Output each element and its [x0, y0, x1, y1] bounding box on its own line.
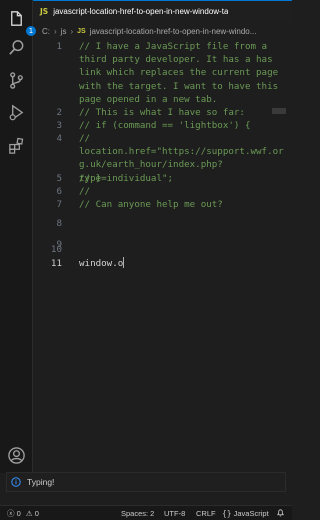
extensions-icon[interactable] [7, 136, 26, 155]
line-number: 10 [50, 244, 62, 255]
notification-text: Typing! [27, 477, 55, 487]
status-bar: ⓧ 0 ⚠ 0 Spaces: 2 UTF-8 CRLF {} JavaScri… [0, 505, 292, 520]
bell-icon[interactable] [276, 506, 285, 520]
code-text: // [79, 186, 91, 197]
line-number: 3 [56, 120, 62, 131]
line-number: 7 [56, 199, 62, 210]
js-file-icon: JS [77, 27, 86, 35]
breadcrumb-folder[interactable]: js [61, 27, 67, 36]
code-editor[interactable]: 1 // I have a JavaScript file from a thi… [33, 40, 292, 460]
code-text: // This is what I have so far: [79, 107, 245, 118]
warning-icon: ⚠ [25, 509, 33, 518]
chevron-right-icon: › [54, 26, 57, 36]
notification-toast[interactable]: Typing! [6, 472, 286, 492]
info-icon [11, 477, 21, 487]
chevron-right-icon: › [70, 26, 74, 36]
indentation-indicator[interactable]: Spaces: 2 [121, 506, 154, 520]
error-count: 0 [16, 509, 21, 518]
tab-bar: JS javascript-location-href-to-open-in-n… [33, 0, 292, 22]
js-file-icon: JS [40, 7, 49, 16]
source-control-icon[interactable] [7, 71, 26, 90]
eol-indicator[interactable]: CRLF [196, 506, 216, 520]
code-text: // Can anyone help me out? [79, 199, 223, 210]
error-icon: ⓧ [7, 509, 15, 518]
tab-title: javascript-location-href-to-open-in-new-… [53, 7, 229, 16]
typed-text: window.o [79, 258, 124, 269]
editor-tab[interactable]: JS javascript-location-href-to-open-in-n… [33, 0, 292, 22]
code-text: // } [79, 173, 102, 184]
code-text: // if (command == 'lightbox') { [79, 120, 251, 131]
line-number: 4 [56, 133, 62, 144]
breadcrumb-file[interactable]: javascript-location-href-to-open-in-new-… [90, 27, 257, 36]
account-icon[interactable] [7, 446, 26, 465]
braces-icon: {} [222, 509, 232, 518]
encoding-indicator[interactable]: UTF-8 [164, 506, 185, 520]
line-number: 5 [56, 173, 62, 184]
line-number: 6 [56, 186, 62, 197]
warning-count: 0 [34, 509, 39, 518]
line-number: 2 [56, 107, 62, 118]
files-icon[interactable]: 1 [7, 9, 36, 36]
breadcrumb-drive[interactable]: C: [42, 27, 50, 36]
line-number: 11 [50, 258, 62, 269]
language-indicator[interactable]: {} JavaScript [222, 506, 269, 520]
code-text: // I have a JavaScript file from a third… [79, 41, 284, 105]
search-icon[interactable] [7, 38, 26, 57]
activity-bar: 1 [0, 0, 36, 473]
code-text-active: window.o [79, 257, 284, 270]
problems-indicator[interactable]: ⓧ 0 ⚠ 0 [7, 506, 39, 520]
text-cursor [123, 257, 125, 268]
line-number: 8 [56, 218, 62, 229]
run-debug-icon[interactable] [7, 103, 26, 122]
line-number: 1 [56, 41, 62, 52]
breadcrumb: C: › js › JS javascript-location-href-to… [33, 22, 292, 40]
language-label: JavaScript [233, 509, 269, 518]
